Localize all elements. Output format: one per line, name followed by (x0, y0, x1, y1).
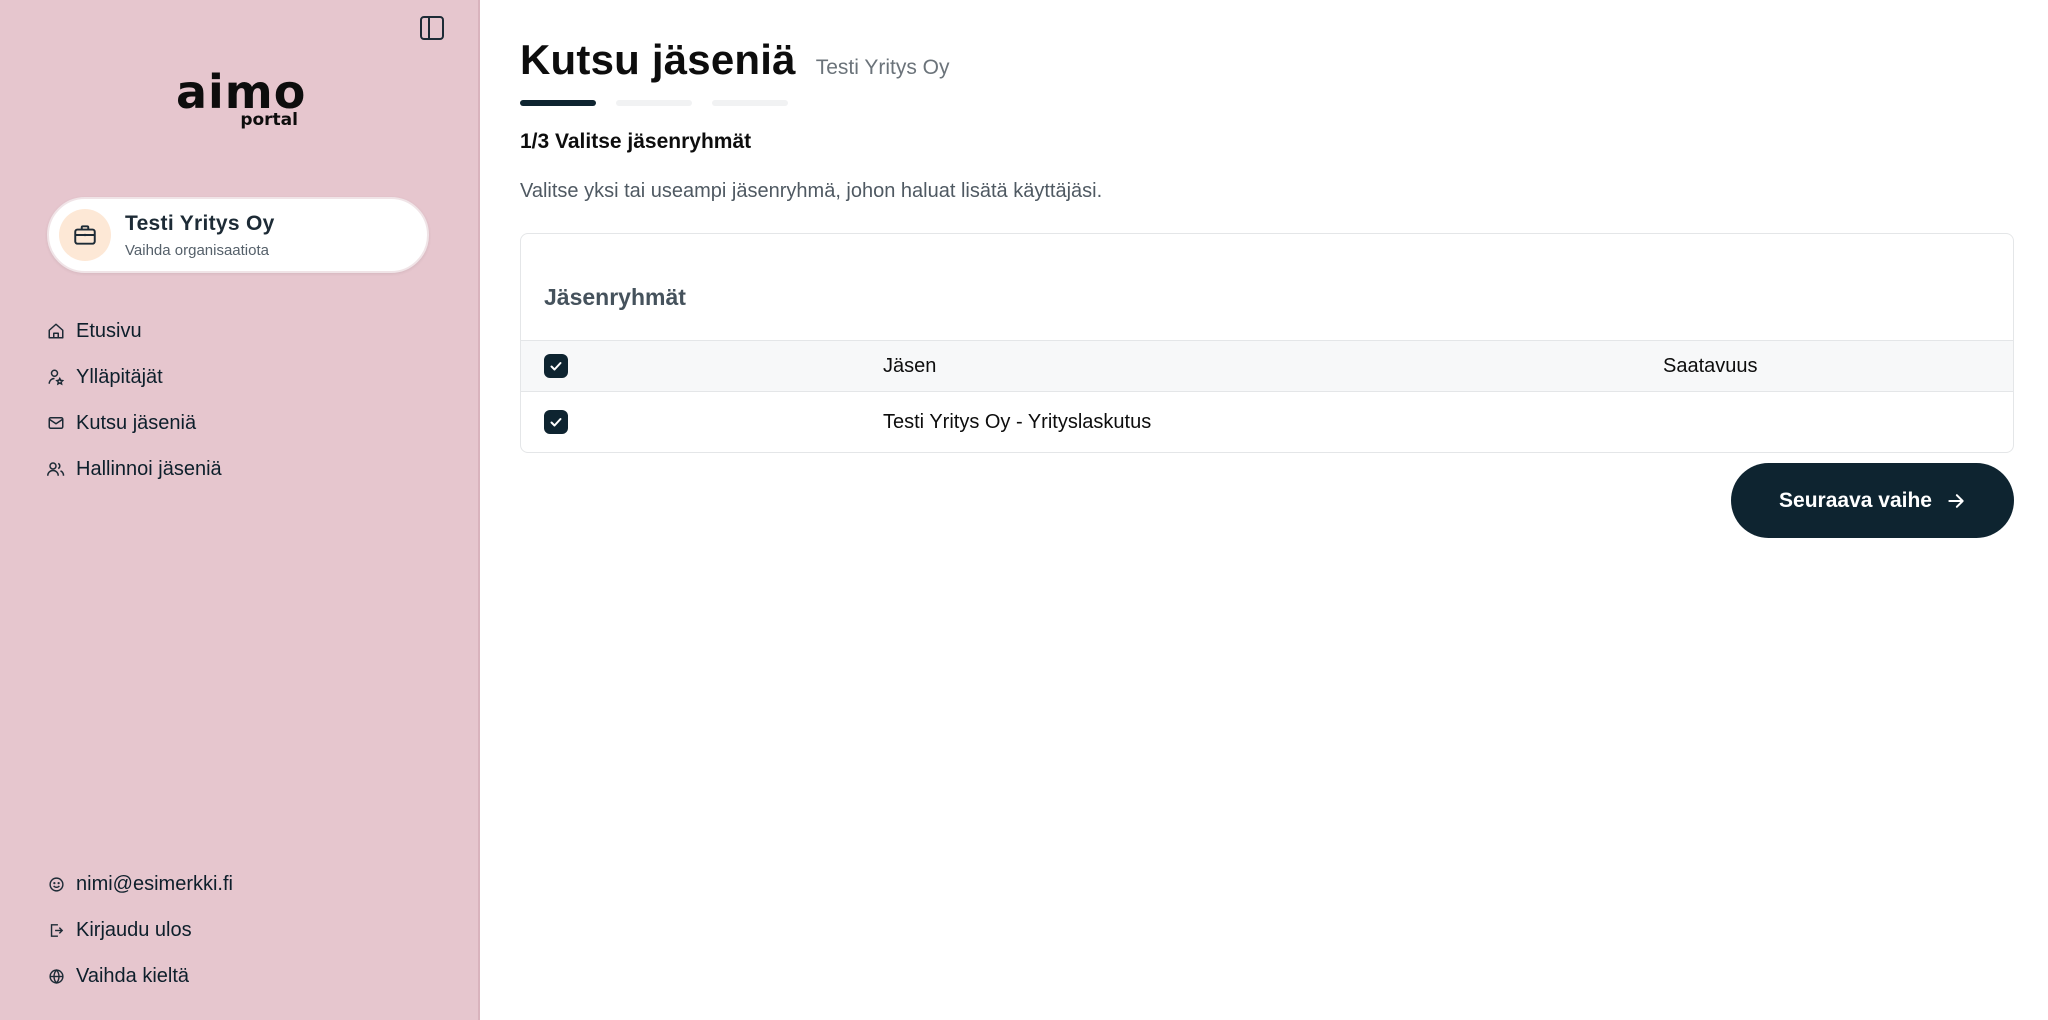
logo-sub: portal (240, 110, 298, 130)
main-content: Kutsu jäseniä Testi Yritys Oy 1/3 Valits… (520, 0, 2014, 1020)
user-email[interactable]: nimi@esimerkki.fi (46, 861, 233, 907)
step-indicator-1 (520, 100, 596, 106)
nav-item-label: Hallinnoi jäseniä (76, 457, 222, 480)
aimo-portal-logo[interactable]: aimo portal (176, 68, 306, 134)
globe-icon (46, 966, 66, 986)
step-indicator-2 (616, 100, 692, 106)
sidebar-toggle-icon[interactable] (418, 14, 446, 42)
nav-item-invite-members[interactable]: Kutsu jäseniä (46, 400, 222, 446)
admin-user-icon (46, 367, 66, 387)
mail-icon (46, 413, 66, 433)
page-header: Kutsu jäseniä Testi Yritys Oy (520, 36, 950, 84)
nav-item-home[interactable]: Etusivu (46, 308, 222, 354)
switch-organization-label: Vaihda organisaatiota (125, 241, 269, 259)
check-icon (550, 362, 562, 371)
nav-item-label: Kutsu jäseniä (76, 411, 197, 434)
member-groups-card: Jäsenryhmät Jäsen Saatavuus Testi Yritys… (520, 233, 2014, 453)
organization-switcher[interactable]: Testi Yritys Oy Vaihda organisaatiota (47, 197, 429, 273)
logo-brand: aimo (176, 65, 307, 119)
step-description: Valitse yksi tai useampi jäsenryhmä, joh… (520, 180, 1103, 202)
page-subtitle: Testi Yritys Oy (815, 56, 950, 79)
page-title: Kutsu jäseniä (520, 36, 796, 83)
step-indicator-3 (712, 100, 788, 106)
nav-item-manage-members[interactable]: Hallinnoi jäseniä (46, 446, 222, 492)
member-group-name: Testi Yritys Oy - Yrityslaskutus (883, 411, 1152, 433)
change-language-button[interactable]: Vaihda kieltä (46, 953, 233, 999)
arrow-right-icon (1946, 491, 1966, 511)
main-navigation: Etusivu Ylläpitäjät Kutsu jäseniä Hallin… (46, 308, 222, 492)
table-header: Jäsen Saatavuus (521, 340, 2013, 392)
smiley-icon (46, 874, 66, 894)
step-progress (520, 100, 808, 106)
briefcase-icon (59, 209, 111, 261)
organization-name: Testi Yritys Oy (125, 211, 275, 235)
check-icon (550, 418, 562, 427)
home-icon (46, 321, 66, 341)
sidebar: aimo portal Testi Yritys Oy Vaihda organ… (0, 0, 480, 1020)
table-row[interactable]: Testi Yritys Oy - Yrityslaskutus (521, 392, 2013, 452)
select-all-checkbox[interactable] (544, 354, 568, 378)
next-step-label: Seuraava vaihe (1779, 488, 1932, 512)
nav-item-label: Ylläpitäjät (76, 365, 163, 388)
next-step-button[interactable]: Seuraava vaihe (1731, 463, 2014, 538)
account-navigation: nimi@esimerkki.fi Kirjaudu ulos Vaihda k… (46, 861, 233, 999)
nav-item-label: Etusivu (76, 319, 142, 342)
user-email-label: nimi@esimerkki.fi (76, 872, 233, 895)
logout-label: Kirjaudu ulos (76, 918, 192, 941)
change-language-label: Vaihda kieltä (76, 964, 190, 987)
column-header-availability[interactable]: Saatavuus (1663, 355, 1758, 378)
card-title: Jäsenryhmät (544, 284, 686, 310)
nav-item-admins[interactable]: Ylläpitäjät (46, 354, 222, 400)
step-heading: 1/3 Valitse jäsenryhmät (520, 130, 752, 153)
users-icon (46, 459, 66, 479)
row-checkbox[interactable] (544, 410, 568, 434)
column-header-member[interactable]: Jäsen (883, 355, 936, 378)
logout-button[interactable]: Kirjaudu ulos (46, 907, 233, 953)
logout-icon (46, 920, 66, 940)
